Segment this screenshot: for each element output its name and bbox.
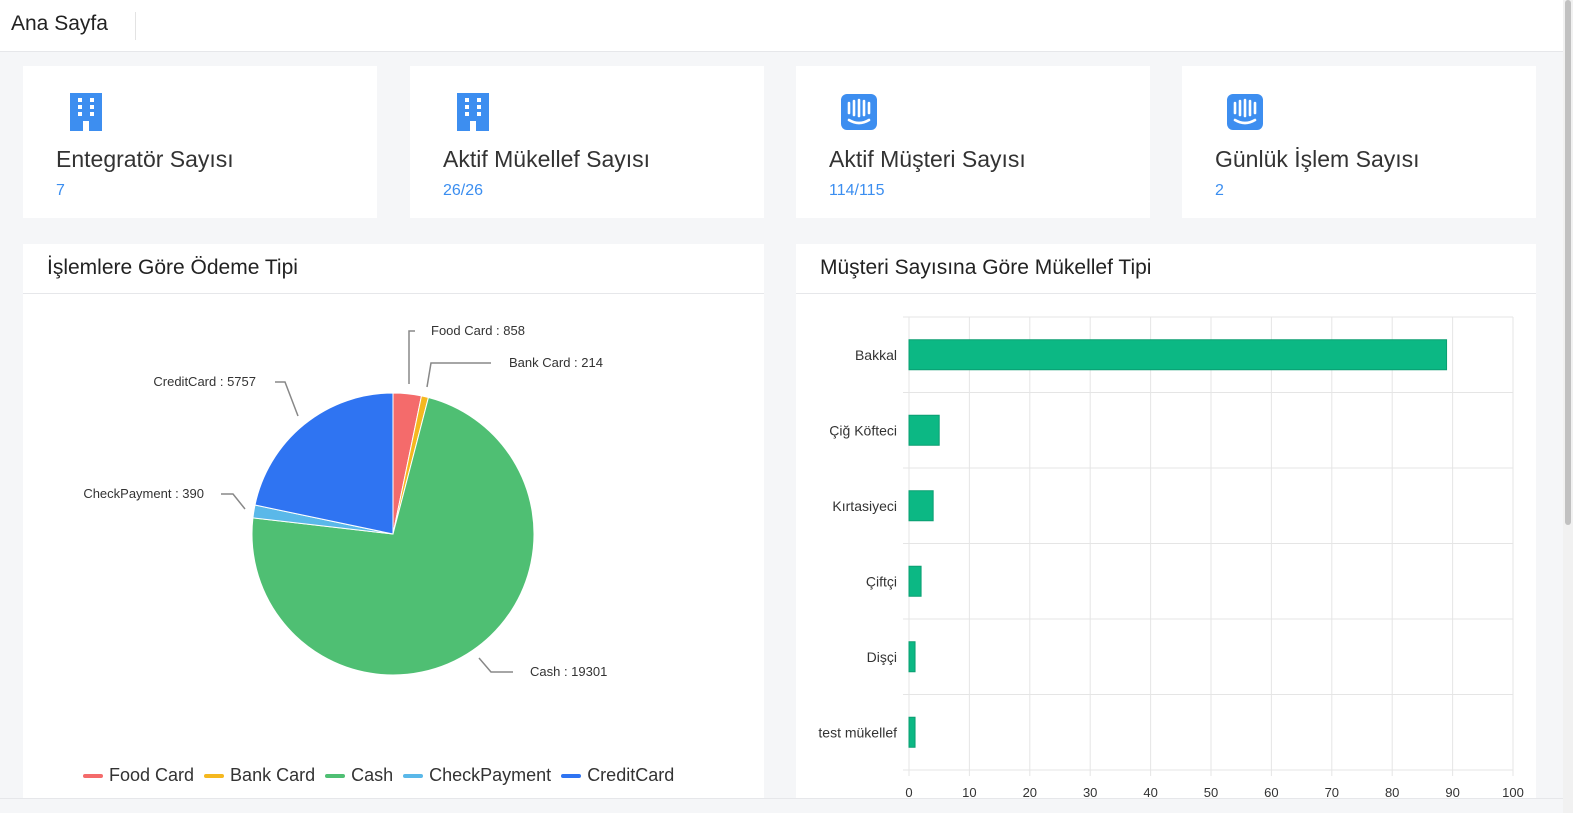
bar[interactable] [908,565,922,597]
y-tick-label: Bakkal [855,347,897,363]
y-tick-label: Çiğ Köfteci [829,422,897,438]
bar[interactable] [908,490,934,522]
pie-data-label: Cash : 19301 [530,664,607,679]
bar-chart: 0 10 20 30 40 50 60 70 80 90 100BakkalÇiğ KöfteciK… [818,316,1524,800]
legend-item[interactable]: Bank Card [204,765,315,786]
stat-card-daily-transactions: Günlük İşlem Sayısı 2 [1182,66,1536,218]
title-divider [135,12,136,40]
legend-swatch [83,773,103,778]
bar[interactable] [908,716,916,748]
card-value: 114/115 [829,182,885,199]
card-title: Aktif Müşteri Sayısı [829,146,1026,172]
y-tick-label: test mükellef [818,724,897,740]
y-tick-label: Kırtasiyeci [832,498,897,514]
page-footer [0,798,1563,813]
y-tick-label: Dişçi [867,649,897,665]
panel-title: İşlemlere Göre Ödeme Tipi [47,256,298,279]
page-title: Ana Sayfa [11,12,108,35]
legend-item[interactable]: CreditCard [561,765,674,786]
legend-swatch [403,773,424,778]
pie-label-line [275,381,299,417]
card-value: 7 [56,182,65,199]
building-icon [70,93,102,131]
y-tick-label: Çiftçi [866,573,897,589]
legend-swatch [561,773,582,778]
legend-item[interactable]: Food Card [83,765,194,786]
scrollbar-thumb[interactable] [1565,0,1571,525]
pie-data-label: CreditCard : 5757 [153,374,256,389]
pie-data-label: Food Card : 858 [431,323,525,338]
page-scrollbar[interactable] [1563,0,1573,813]
pie-label-line [478,657,513,673]
card-title: Aktif Mükellef Sayısı [443,146,651,172]
panel-header: İşlemlere Göre Ödeme Tipi [23,244,764,294]
legend-swatch [204,773,225,778]
legend-label: Cash [351,765,394,785]
panel-header: Müşteri Sayısına Göre Mükellef Tipi [796,244,1536,294]
building-icon [457,93,489,131]
bar[interactable] [908,339,1448,371]
legend-label: Bank Card [230,765,316,785]
stat-card-active-taxpayers: Aktif Mükellef Sayısı 26/26 [410,66,764,218]
pie-data-label: Bank Card : 214 [509,355,603,370]
card-title: Entegratör Sayısı [56,146,234,172]
stat-card-active-customers: Aktif Müşteri Sayısı 114/115 [796,66,1150,218]
card-value: 26/26 [443,182,484,199]
legend-label: CheckPayment [429,765,552,785]
taxpayer-type-panel: Müşteri Sayısına Göre Mükellef Tipi 0 10 2… [796,244,1536,813]
bar[interactable] [908,414,940,446]
pie-label-line [221,493,246,510]
card-title: Günlük İşlem Sayısı [1215,146,1420,172]
legend-label: CreditCard [587,765,675,785]
top-bar: Ana Sayfa [0,0,1563,52]
legend-swatch [325,773,346,778]
pie-label-line [426,362,491,388]
intercom-icon [841,94,877,130]
panel-title: Müşteri Sayısına Göre Mükellef Tipi [820,256,1152,279]
payment-type-panel: İşlemlere Göre Ödeme Tipi Food Card : 85… [23,244,764,813]
legend-item[interactable]: Cash [325,765,393,786]
stat-card-integrators: Entegratör Sayısı 7 [23,66,377,218]
legend-label: Food Card [109,765,195,785]
pie-label-line [408,330,415,384]
intercom-icon [1227,94,1263,130]
pie-chart: Food Card : 858 Bank Card : 214 Cash : 193… [83,323,607,679]
bar[interactable] [908,641,916,673]
legend-item[interactable]: CheckPayment [403,765,551,786]
card-value: 2 [1215,182,1224,199]
pie-data-label: CheckPayment : 390 [83,486,204,501]
pie-legend: Food Card Bank Card Cash CheckPayment Credit… [83,765,674,786]
